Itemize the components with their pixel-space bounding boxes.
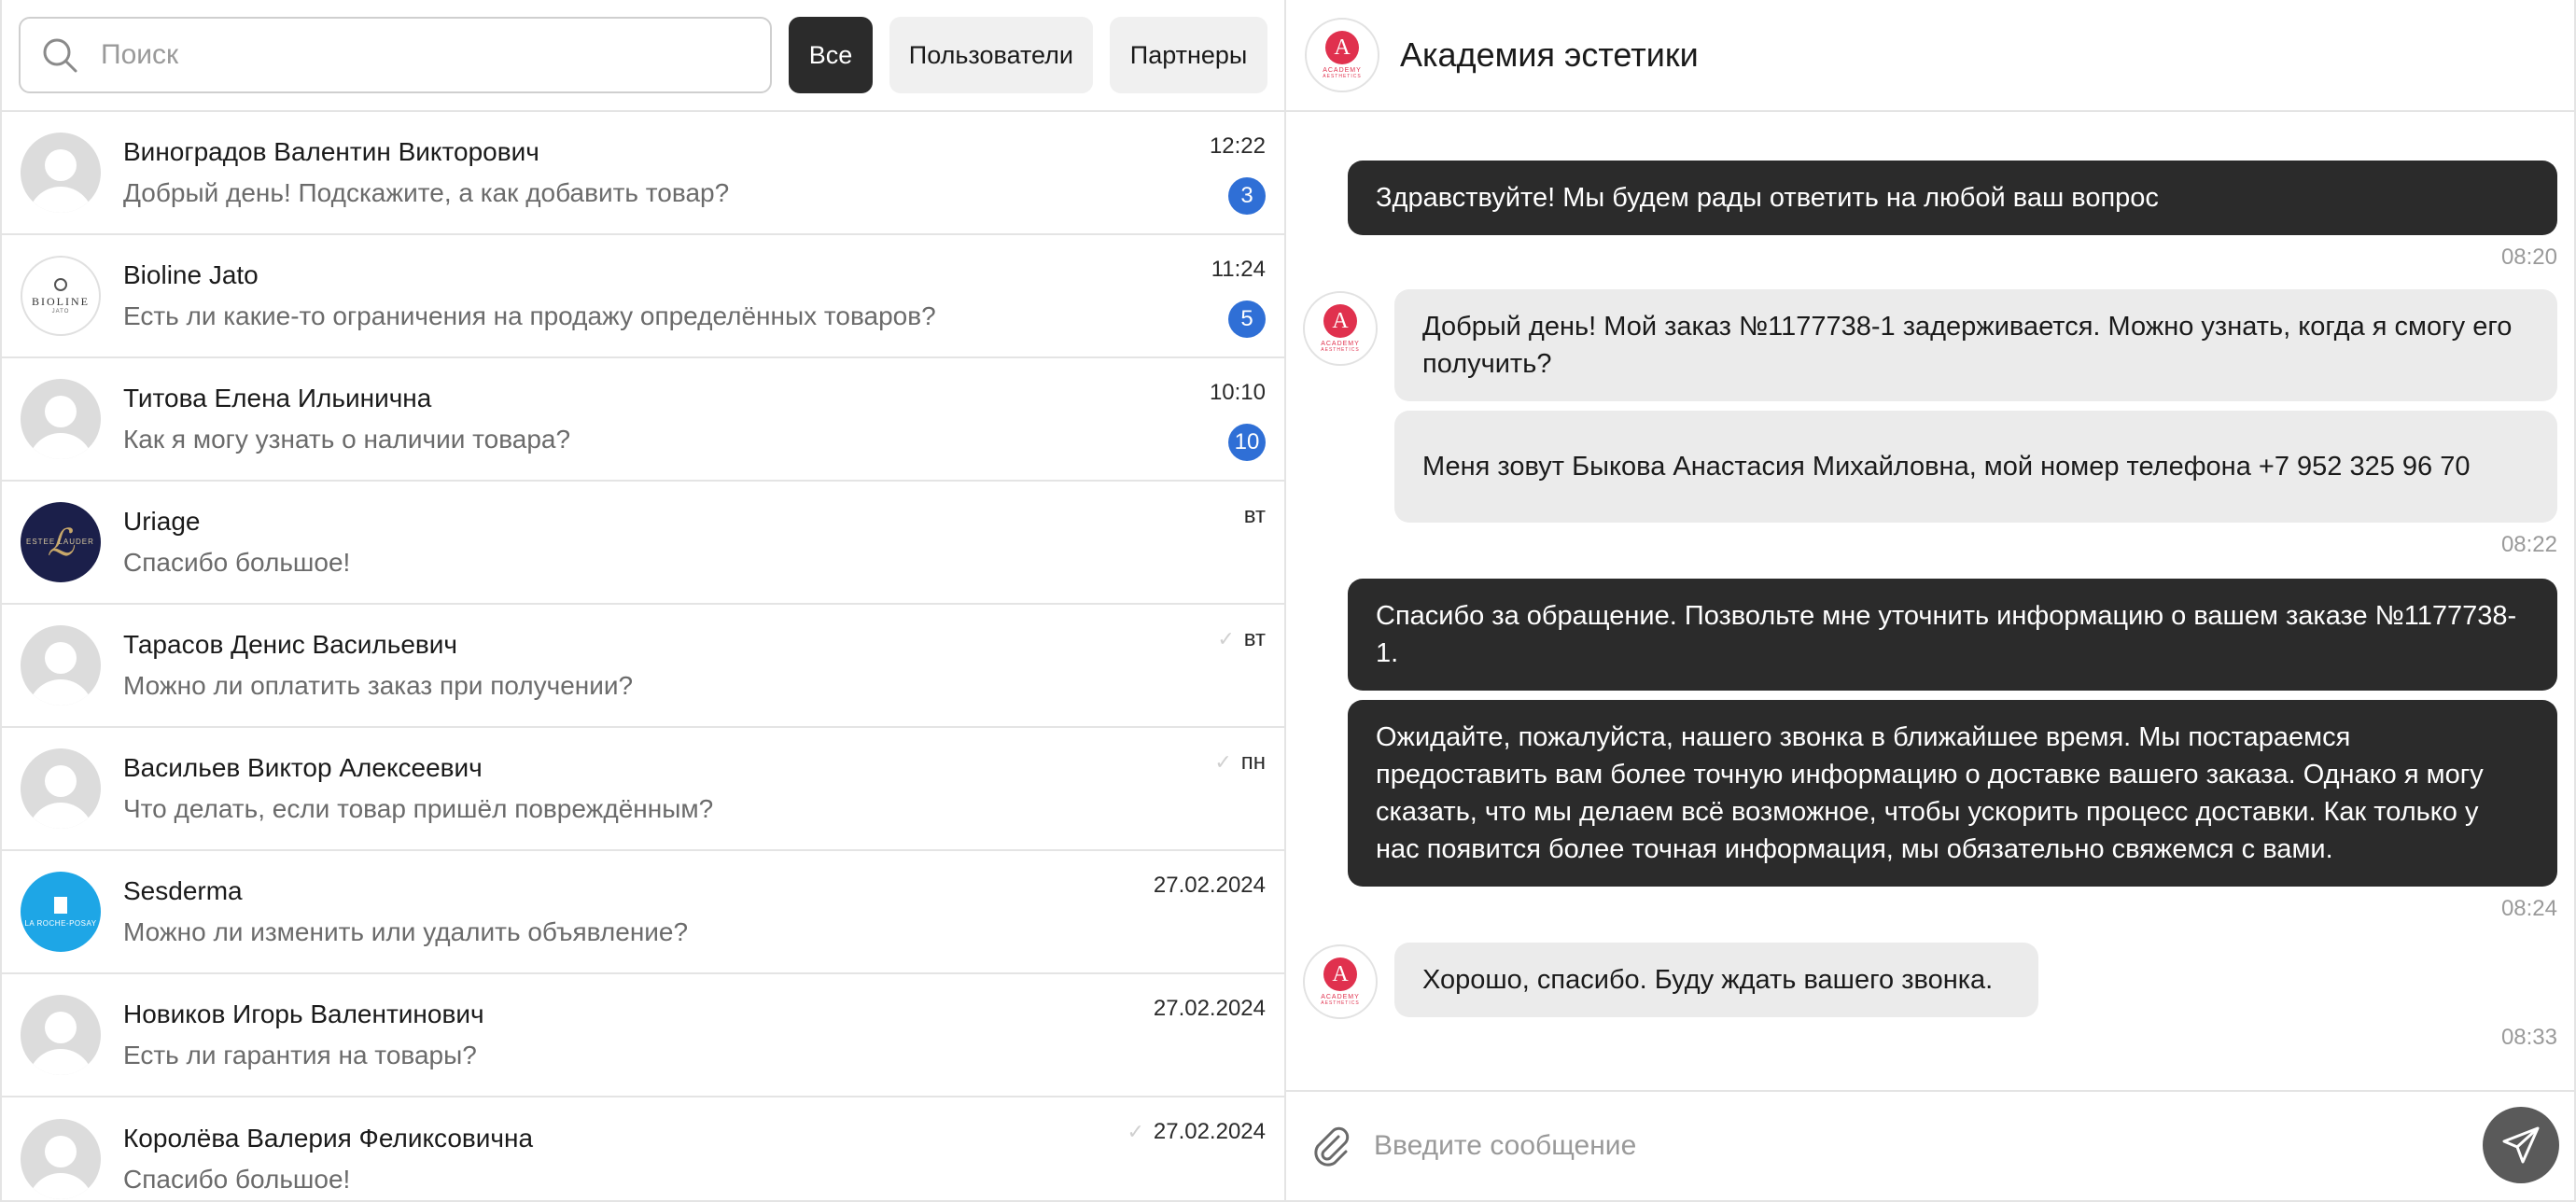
bioline-logo-avatar: BIOLINE JATO xyxy=(21,256,101,336)
chat-name: Bioline Jato xyxy=(123,260,259,289)
conversation-title: Академия эстетики xyxy=(1400,35,1699,74)
send-button[interactable] xyxy=(2483,1107,2559,1183)
message-time: 08:33 xyxy=(2500,1025,2557,1050)
filter-all-button[interactable]: Все xyxy=(789,17,873,93)
chat-list-item[interactable]: Титова Елена Ильинична Как я могу узнать… xyxy=(2,358,1284,482)
outgoing-message: Спасибо за обращение. Позвольте мне уточ… xyxy=(1348,579,2557,691)
chat-time: 27.02.2024 xyxy=(1153,873,1266,898)
chat-time: 27.02.2024 xyxy=(1153,1119,1266,1144)
check-icon: ✓ xyxy=(1217,627,1235,650)
outgoing-message: Здравствуйте! Мы будем рады ответить на … xyxy=(1348,161,2557,235)
check-icon: ✓ xyxy=(1214,750,1232,774)
academy-logo-avatar: A ACADEMY AESTHETICS xyxy=(1303,944,1378,1019)
search-input[interactable] xyxy=(101,39,735,71)
chat-name: Васильев Виктор Алексеевич xyxy=(123,753,483,782)
message-input[interactable] xyxy=(1374,1130,2475,1162)
chat-list-item[interactable]: Виноградов Валентин Викторович Добрый де… xyxy=(2,112,1284,235)
academy-logo-avatar: A ACADEMY AESTHETICS xyxy=(1303,291,1378,366)
chat-list-item[interactable]: Королёва Валерия Феликсовична Спасибо бо… xyxy=(2,1097,1284,1200)
messenger-app: Все Пользователи Партнеры Виноградов Вал… xyxy=(0,0,2576,1202)
chat-last-message: Спасибо большое! xyxy=(123,1165,351,1194)
chat-time: вт xyxy=(1243,503,1266,528)
academy-logo-avatar[interactable]: A ACADEMY AESTHETICS xyxy=(1305,18,1379,92)
user-avatar xyxy=(21,995,101,1075)
filter-partners-button[interactable]: Партнеры xyxy=(1110,17,1268,93)
message-time: 08:20 xyxy=(2500,245,2557,270)
chat-last-message: Как я могу узнать о наличии товара? xyxy=(123,425,571,454)
incoming-message: Меня зовут Быкова Анастасия Михайловна, … xyxy=(1394,411,2557,523)
chat-last-message: Что делать, если товар пришёл повреждённ… xyxy=(123,794,714,823)
chat-name: Королёва Валерия Феликсовична xyxy=(123,1124,534,1153)
message-time: 08:24 xyxy=(2500,896,2557,921)
chat-list-panel: Все Пользователи Партнеры Виноградов Вал… xyxy=(0,0,1286,1202)
chat-name: Sesderma xyxy=(123,876,243,905)
chat-list: Виноградов Валентин Викторович Добрый де… xyxy=(2,112,1284,1200)
uriage-logo-avatar: ℒ ESTEE LAUDER xyxy=(21,502,101,582)
chat-last-message: Есть ли гарантия на товары? xyxy=(123,1041,477,1069)
chat-last-message: Спасибо большое! xyxy=(123,548,351,577)
chat-list-item[interactable]: LA ROCHE-POSAY Sesderma Можно ли изменит… xyxy=(2,851,1284,974)
incoming-message: Добрый день! Мой заказ №1177738-1 задерж… xyxy=(1394,289,2557,401)
unread-badge: 10 xyxy=(1228,424,1266,461)
message-time: 08:22 xyxy=(2500,532,2557,557)
chat-list-toolbar: Все Пользователи Партнеры xyxy=(2,0,1284,112)
unread-badge: 5 xyxy=(1228,300,1266,338)
message-thread: Здравствуйте! Мы будем рады ответить на … xyxy=(1286,112,2574,1090)
chat-name: Виноградов Валентин Викторович xyxy=(123,137,539,166)
incoming-message: Хорошо, спасибо. Буду ждать вашего звонк… xyxy=(1394,943,2038,1017)
chat-time: пн xyxy=(1240,749,1266,775)
chat-list-item[interactable]: Васильев Виктор Алексеевич Что делать, е… xyxy=(2,728,1284,851)
chat-name: Новиков Игорь Валентинович xyxy=(123,999,484,1028)
user-avatar xyxy=(21,379,101,459)
chat-list-item[interactable]: Новиков Игорь Валентинович Есть ли гаран… xyxy=(2,974,1284,1097)
chat-name: Тарасов Денис Васильевич xyxy=(123,630,458,659)
chat-list-item[interactable]: BIOLINE JATO Bioline Jato Есть ли какие-… xyxy=(2,235,1284,358)
chat-last-message: Добрый день! Подскажите, а как добавить … xyxy=(123,178,730,207)
chat-name: Титова Елена Ильинична xyxy=(123,384,432,412)
search-icon xyxy=(41,36,78,74)
paperclip-icon[interactable] xyxy=(1309,1124,1353,1168)
filter-users-button[interactable]: Пользователи xyxy=(889,17,1094,93)
send-icon xyxy=(2500,1125,2541,1166)
user-avatar xyxy=(21,625,101,706)
chat-list-item[interactable]: ℒ ESTEE LAUDER Uriage Спасибо большое! в… xyxy=(2,482,1284,605)
unread-badge: 3 xyxy=(1228,177,1266,215)
conversation-panel: A ACADEMY AESTHETICS Академия эстетики З… xyxy=(1286,0,2576,1202)
user-avatar xyxy=(21,748,101,829)
sesderma-logo-avatar: LA ROCHE-POSAY xyxy=(21,872,101,952)
search-box[interactable] xyxy=(19,17,773,93)
chat-time: 10:10 xyxy=(1209,380,1266,405)
user-avatar xyxy=(21,133,101,213)
check-icon: ✓ xyxy=(1127,1120,1144,1143)
chat-time: 27.02.2024 xyxy=(1153,996,1266,1021)
chat-time: 11:24 xyxy=(1211,257,1266,282)
chat-last-message: Есть ли какие-то ограничения на продажу … xyxy=(123,301,936,330)
chat-last-message: Можно ли оплатить заказ при получении? xyxy=(123,671,634,700)
chat-last-message: Можно ли изменить или удалить объявление… xyxy=(123,917,689,946)
message-composer xyxy=(1286,1090,2574,1200)
chat-time: вт xyxy=(1243,626,1266,651)
chat-list-item[interactable]: Тарасов Денис Васильевич Можно ли оплати… xyxy=(2,605,1284,728)
chat-name: Uriage xyxy=(123,507,201,536)
outgoing-message: Ожидайте, пожалуйста, нашего звонка в бл… xyxy=(1348,700,2557,887)
conversation-header: A ACADEMY AESTHETICS Академия эстетики xyxy=(1286,0,2574,112)
user-avatar xyxy=(21,1119,101,1199)
chat-time: 12:22 xyxy=(1209,133,1266,159)
